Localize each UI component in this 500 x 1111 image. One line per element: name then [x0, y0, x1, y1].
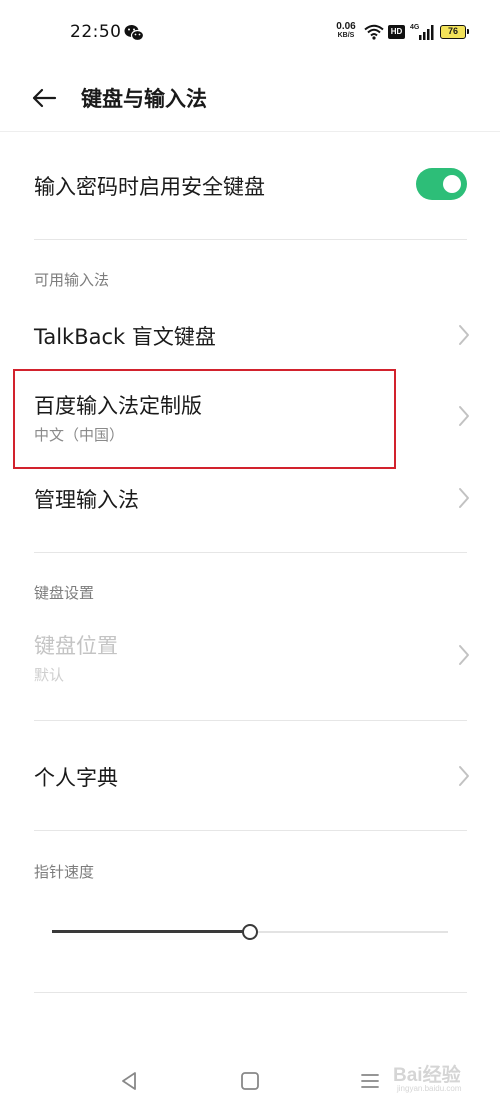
nav-menu-icon[interactable]: [360, 1071, 380, 1091]
chevron-right-icon: [459, 766, 469, 786]
wifi-icon: [364, 24, 384, 40]
battery-icon: 76: [440, 25, 469, 39]
ime-item-subtitle: 中文（中国）: [34, 426, 125, 444]
chevron-right-icon: [459, 325, 469, 345]
section-pointer-speed: 指针速度: [34, 863, 95, 881]
app-header: 键盘与输入法: [0, 66, 500, 132]
slider-thumb[interactable]: [242, 924, 258, 940]
status-bar: 22:50 0.06 KB/S HD 4G 76: [0, 0, 500, 66]
watermark-url: jingyan.baidu.com: [397, 1084, 462, 1093]
status-time: 22:50: [70, 22, 122, 42]
signal-icon: [419, 25, 434, 40]
chevron-right-icon: [459, 645, 469, 665]
chevron-right-icon: [459, 406, 469, 426]
nav-home-icon[interactable]: [240, 1071, 260, 1091]
ime-item-baidu[interactable]: 百度输入法定制版 中文（中国）: [0, 372, 500, 466]
ime-item-label: TalkBack 盲文键盘: [34, 325, 216, 349]
keyboard-position-label: 键盘位置: [34, 634, 118, 658]
system-nav-bar: Bai经验 jingyan.baidu.com: [0, 1050, 500, 1111]
back-button[interactable]: [28, 82, 60, 114]
pointer-speed-slider[interactable]: [52, 920, 448, 944]
personal-dictionary-item[interactable]: 个人字典: [0, 745, 500, 807]
hd-badge: HD: [388, 25, 405, 39]
page-title: 键盘与输入法: [81, 87, 207, 111]
back-arrow-icon: [32, 88, 57, 108]
section-keyboard-settings: 键盘设置: [34, 584, 95, 602]
network-speed: 0.06 KB/S: [333, 22, 359, 40]
slider-fill: [52, 930, 250, 933]
divider: [34, 720, 467, 721]
network-speed-value: 0.06: [336, 21, 356, 32]
secure-keyboard-label: 输入密码时启用安全键盘: [34, 175, 265, 199]
divider: [34, 552, 467, 553]
manage-ime-label: 管理输入法: [34, 488, 139, 512]
network-speed-unit: KB/S: [337, 32, 355, 39]
keyboard-position-value: 默认: [34, 666, 65, 684]
personal-dictionary-label: 个人字典: [34, 766, 118, 790]
chevron-right-icon: [459, 488, 469, 508]
watermark-text: Bai经验: [393, 1065, 461, 1086]
wechat-icon: [124, 25, 144, 42]
divider: [34, 992, 467, 993]
keyboard-position-item[interactable]: 键盘位置 默认: [0, 618, 500, 694]
secure-keyboard-toggle[interactable]: [416, 168, 467, 200]
divider: [34, 830, 467, 831]
section-available-ime: 可用输入法: [34, 271, 110, 289]
ime-item-label: 百度输入法定制版: [34, 394, 202, 418]
baidu-jingyan-watermark: Bai经验 jingyan.baidu.com: [383, 1058, 475, 1098]
nav-back-icon[interactable]: [118, 1070, 140, 1092]
ime-item-talkback[interactable]: TalkBack 盲文键盘: [0, 305, 500, 365]
manage-ime-item[interactable]: 管理输入法: [0, 468, 500, 528]
toggle-knob: [443, 175, 461, 193]
divider: [34, 239, 467, 240]
